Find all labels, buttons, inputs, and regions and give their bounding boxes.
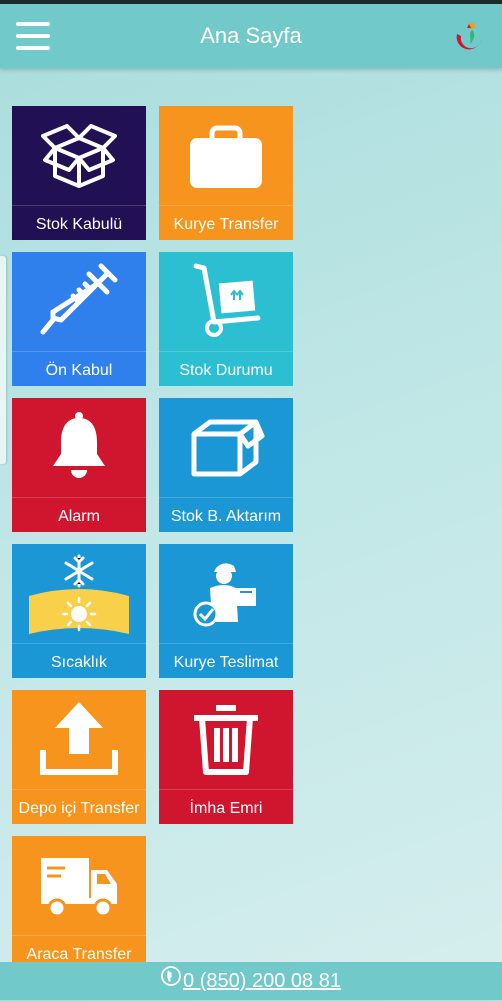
tile-kurye-transfer[interactable]: Kurye Transfer [159,106,293,240]
hamburger-menu-icon[interactable] [16,22,52,50]
tile-label: Depo içi Transfer [18,800,140,817]
tile-alarm[interactable]: Alarm [12,398,146,532]
trash-icon [159,698,293,786]
temperature-snow-sun-icon [12,552,146,640]
briefcase-icon [159,114,293,202]
app-bar: Ana Sayfa [0,4,502,68]
tile-araca-transfer[interactable]: Araca Transfer [12,836,146,970]
tile-label: Alarm [58,508,100,525]
page-title: Ana Sayfa [200,23,302,48]
hand-truck-icon [159,260,293,348]
tile-label: Kurye Teslimat [173,654,279,671]
box-transfer-icon [159,406,293,494]
syringe-icon [12,260,146,348]
courier-delivery-icon [159,552,293,640]
bell-icon [12,406,146,494]
tile-label: İmha Emri [189,800,263,817]
tile-stok-kabulu[interactable]: Stok Kabulü [12,106,146,240]
tile-label: Sıcaklık [50,654,107,671]
upload-tray-icon [12,698,146,786]
tile-label: Ön Kabul [45,362,113,379]
phone-icon [161,964,181,1002]
tile-label: Stok Kabulü [35,216,123,233]
tile-on-kabul[interactable]: Ön Kabul [12,252,146,386]
tile-sicaklik[interactable]: Sıcaklık [12,544,146,678]
tile-label: Stok B. Aktarım [170,508,282,525]
tile-stok-durumu[interactable]: Stok Durumu [159,252,293,386]
tile-label: Stok Durumu [179,362,273,379]
tile-depo-ici-transfer[interactable]: Depo içi Transfer [12,690,146,824]
footer-bar: 0 (850) 200 08 81 [0,962,502,1000]
tile-imha-emri[interactable]: İmha Emri [159,690,293,824]
tile-kurye-teslimat[interactable]: Kurye Teslimat [159,544,293,678]
drawer-edge-handle[interactable] [0,256,6,464]
tile-label: Kurye Transfer [173,216,279,233]
phone-link[interactable]: 0 (850) 200 08 81 [183,970,341,992]
tile-stok-b-aktarim[interactable]: Stok B. Aktarım [159,398,293,532]
truck-icon [12,844,146,932]
ministry-logo-icon [450,18,488,56]
open-box-icon [12,114,146,202]
